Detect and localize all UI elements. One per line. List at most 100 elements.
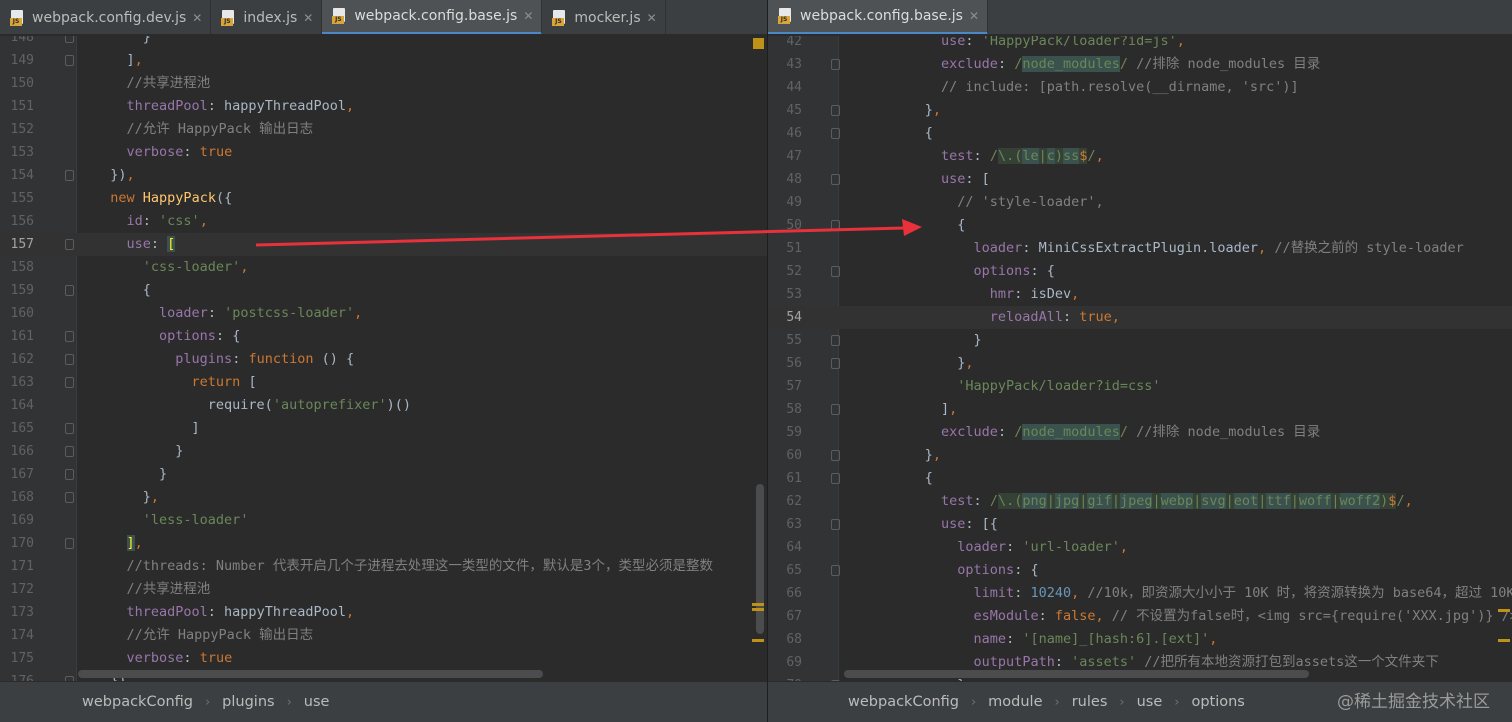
tab-mocker-js[interactable]: JS mocker.js ✕: [542, 0, 666, 34]
line-number[interactable]: 55: [768, 329, 802, 352]
line-number[interactable]: 53: [768, 283, 802, 306]
line-number[interactable]: 155: [0, 187, 34, 210]
left-horizontal-scrollbar[interactable]: [78, 670, 543, 678]
fold-marker-icon[interactable]: [65, 354, 74, 365]
line-number[interactable]: 163: [0, 371, 34, 394]
code-line[interactable]: 175 verbose: true: [0, 647, 767, 670]
code-line[interactable]: 54 reloadAll: true,: [768, 306, 1512, 329]
fold-marker-icon[interactable]: [831, 404, 840, 415]
line-number[interactable]: 56: [768, 352, 802, 375]
breadcrumb-item[interactable]: module: [988, 694, 1042, 710]
code-line[interactable]: 174 //允许 HappyPack 输出日志: [0, 624, 767, 647]
code-line[interactable]: 159 {: [0, 279, 767, 302]
fold-marker-icon[interactable]: [831, 335, 840, 346]
code-line[interactable]: 155 new HappyPack({: [0, 187, 767, 210]
close-icon[interactable]: ✕: [523, 9, 533, 23]
fold-marker-icon[interactable]: [65, 55, 74, 66]
code-line[interactable]: 150 //共享进程池: [0, 72, 767, 95]
code-line[interactable]: 49 // 'style-loader',: [768, 191, 1512, 214]
code-line[interactable]: 171 //threads: Number 代表开启几个子进程去处理这一类型的文…: [0, 555, 767, 578]
line-number[interactable]: 174: [0, 624, 34, 647]
line-number[interactable]: 63: [768, 513, 802, 536]
fold-marker-icon[interactable]: [65, 170, 74, 181]
code-line[interactable]: 56 },: [768, 352, 1512, 375]
line-number[interactable]: 149: [0, 49, 34, 72]
code-line[interactable]: 66 limit: 10240, //10k，即资源大小小于 10K 时，将资源…: [768, 582, 1512, 605]
code-line[interactable]: 160 loader: 'postcss-loader',: [0, 302, 767, 325]
line-number[interactable]: 148: [0, 36, 34, 49]
line-number[interactable]: 66: [768, 582, 802, 605]
line-number[interactable]: 62: [768, 490, 802, 513]
code-line[interactable]: 59 exclude: /node_modules/ //排除 node_mod…: [768, 421, 1512, 444]
line-number[interactable]: 51: [768, 237, 802, 260]
code-line[interactable]: 51 loader: MiniCssExtractPlugin.loader, …: [768, 237, 1512, 260]
fold-marker-icon[interactable]: [831, 220, 840, 231]
line-number[interactable]: 54: [768, 306, 802, 329]
code-line[interactable]: 161 options: {: [0, 325, 767, 348]
line-number[interactable]: 69: [768, 651, 802, 674]
code-line[interactable]: 44 // include: [path.resolve(__dirname, …: [768, 76, 1512, 99]
fold-marker-icon[interactable]: [831, 266, 840, 277]
fold-marker-icon[interactable]: [65, 285, 74, 296]
code-line[interactable]: 163 return [: [0, 371, 767, 394]
breadcrumb-item[interactable]: webpackConfig: [82, 694, 193, 710]
code-line[interactable]: 61 {: [768, 467, 1512, 490]
line-number[interactable]: 50: [768, 214, 802, 237]
line-number[interactable]: 42: [768, 36, 802, 53]
right-error-stripe-1[interactable]: [1498, 609, 1510, 612]
code-line[interactable]: 167 }: [0, 463, 767, 486]
line-number[interactable]: 170: [0, 532, 34, 555]
close-icon[interactable]: ✕: [969, 9, 979, 23]
close-icon[interactable]: ✕: [647, 11, 657, 25]
code-line[interactable]: 170 ],: [0, 532, 767, 555]
line-number[interactable]: 48: [768, 168, 802, 191]
fold-marker-icon[interactable]: [831, 105, 840, 116]
line-number[interactable]: 68: [768, 628, 802, 651]
breadcrumb-item[interactable]: rules: [1072, 694, 1108, 710]
code-line[interactable]: 151 threadPool: happyThreadPool,: [0, 95, 767, 118]
fold-marker-icon[interactable]: [65, 538, 74, 549]
fold-marker-icon[interactable]: [831, 358, 840, 369]
code-line[interactable]: 62 test: /\.(png|jpg|gif|jpeg|webp|svg|e…: [768, 490, 1512, 513]
code-line[interactable]: 43 exclude: /node_modules/ //排除 node_mod…: [768, 53, 1512, 76]
tab-webpack-config-dev-js[interactable]: JS webpack.config.dev.js ✕: [0, 0, 212, 34]
close-icon[interactable]: ✕: [303, 11, 313, 25]
line-number[interactable]: 173: [0, 601, 34, 624]
code-line[interactable]: 152 //允许 HappyPack 输出日志: [0, 118, 767, 141]
line-number[interactable]: 61: [768, 467, 802, 490]
line-number[interactable]: 164: [0, 394, 34, 417]
fold-marker-icon[interactable]: [65, 377, 74, 388]
fold-marker-icon[interactable]: [831, 128, 840, 139]
fold-marker-icon[interactable]: [65, 239, 74, 250]
line-number[interactable]: 157: [0, 233, 34, 256]
line-number[interactable]: 161: [0, 325, 34, 348]
fold-marker-icon[interactable]: [831, 59, 840, 70]
right-error-stripe-2[interactable]: [1498, 639, 1510, 642]
left-code-editor[interactable]: 148 } 149 ], 150 //共享进程池 151 threadPool: ha…: [0, 36, 767, 681]
fold-marker-icon[interactable]: [65, 446, 74, 457]
line-number[interactable]: 166: [0, 440, 34, 463]
line-number[interactable]: 60: [768, 444, 802, 467]
line-number[interactable]: 65: [768, 559, 802, 582]
line-number[interactable]: 165: [0, 417, 34, 440]
code-line[interactable]: 57 'HappyPack/loader?id=css': [768, 375, 1512, 398]
fold-marker-icon[interactable]: [65, 331, 74, 342]
line-number[interactable]: 176: [0, 670, 34, 681]
breadcrumb-item[interactable]: plugins: [222, 694, 274, 710]
line-number[interactable]: 159: [0, 279, 34, 302]
line-number[interactable]: 47: [768, 145, 802, 168]
line-number[interactable]: 153: [0, 141, 34, 164]
code-line[interactable]: 158 'css-loader',: [0, 256, 767, 279]
code-line[interactable]: 166 }: [0, 440, 767, 463]
code-line[interactable]: 64 loader: 'url-loader',: [768, 536, 1512, 559]
left-error-stripe-2[interactable]: [752, 608, 764, 611]
code-line[interactable]: 68 name: '[name]_[hash:6].[ext]',: [768, 628, 1512, 651]
line-number[interactable]: 162: [0, 348, 34, 371]
code-line[interactable]: 46 {: [768, 122, 1512, 145]
code-line[interactable]: 149 ],: [0, 49, 767, 72]
code-line[interactable]: 63 use: [{: [768, 513, 1512, 536]
code-line[interactable]: 165 ]: [0, 417, 767, 440]
code-line[interactable]: 173 threadPool: happyThreadPool,: [0, 601, 767, 624]
fold-marker-icon[interactable]: [65, 492, 74, 503]
close-icon[interactable]: ✕: [192, 11, 202, 25]
